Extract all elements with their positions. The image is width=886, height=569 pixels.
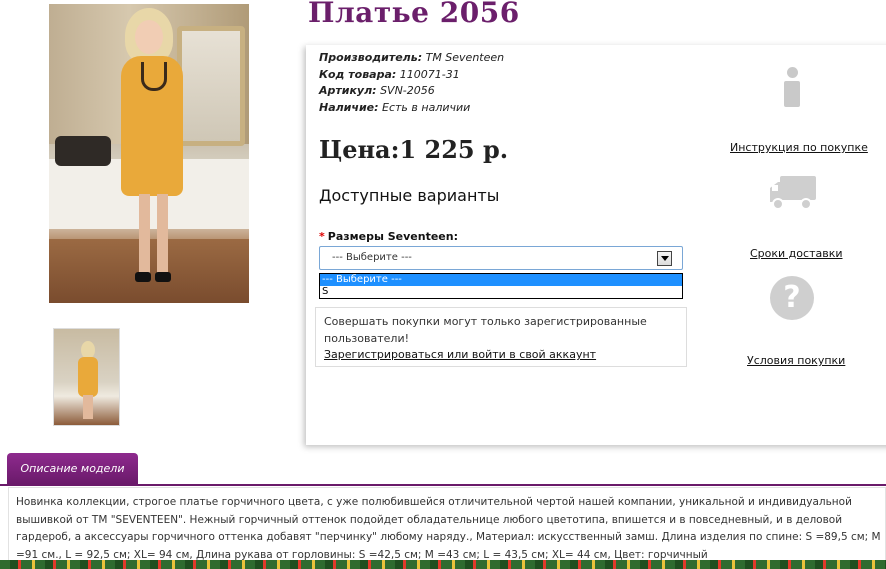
delivery-link[interactable]: Сроки доставки [750,247,843,260]
description-text: Новинка коллекции, строгое платье горчич… [16,496,881,561]
info-icon-bar [784,81,800,107]
spec-label: Артикул: [319,84,377,97]
spec-value: 110071-31 [399,67,460,81]
thumb-model-dress [78,357,98,397]
spec-value: Есть в наличии [382,100,471,114]
spec-manufacturer: Производитель: TM Seventeen [319,50,504,67]
spec-label: Наличие: [319,100,379,114]
spec-availability: Наличие: Есть в наличии [319,100,504,117]
sidebar-item-instructions[interactable]: Инструкция по покупке [730,136,868,155]
truck-icon [770,176,816,210]
model-leg [157,194,168,274]
terms-link[interactable]: Условия покупки [747,354,845,367]
photo-mirror [177,26,245,146]
product-info-panel: Производитель: TM Seventeen Код товара: … [306,45,886,445]
product-thumbnail[interactable] [53,328,120,426]
spec-value: SVN-2056 [380,84,435,97]
spec-value: TM Seventeen [425,51,505,64]
variants-heading: Доступные варианты [319,186,500,205]
model-face [135,20,163,54]
thumb-model-legs [83,395,93,419]
login-register-link[interactable]: Зарегистрироваться или войти в свой акка… [324,348,596,361]
question-icon: ? [770,276,814,320]
product-main-photo[interactable] [49,4,249,303]
spec-label: Код товара: [319,67,397,81]
chevron-down-icon[interactable] [657,251,672,266]
photo-pillow [55,136,111,166]
spec-product-code: Код товара: 110071-31 [319,67,504,84]
required-mark: * [319,230,325,243]
login-notice: Совершать покупки могут только зарегистр… [315,307,687,367]
model-necklace [141,62,167,91]
size-select[interactable]: --- Выберите --- [319,246,683,270]
size-dropdown-list: --- Выберите --- S [319,273,683,299]
size-select-value: --- Выберите --- [332,252,412,263]
spec-label: Производитель: [319,51,423,64]
instructions-link[interactable]: Инструкция по покупке [730,141,868,154]
size-option[interactable]: --- Выберите --- [320,274,682,286]
model-shoe [155,272,171,282]
info-icon-dot [787,67,798,78]
product-price: Цена:1 225 р. [319,135,509,164]
tab-underline [0,484,886,486]
sidebar-item-terms[interactable]: Условия покупки [747,349,845,368]
model-shoe [135,272,151,282]
spec-article: Артикул: SVN-2056 [319,83,504,100]
size-label: * Размеры Seventeen: [319,230,458,243]
info-icon [782,67,802,107]
model-leg [139,194,150,274]
description-box: Новинка коллекции, строгое платье горчич… [8,487,886,567]
page-title: Платье 2056 [308,0,520,29]
product-specs: Производитель: TM Seventeen Код товара: … [319,50,504,116]
holiday-garland-decoration [0,560,886,569]
login-notice-text: Совершать покупки могут только зарегистр… [324,315,647,345]
size-option[interactable]: S [320,286,682,298]
size-label-text: Размеры Seventeen: [327,230,458,243]
tab-description[interactable]: Описание модели [7,453,138,484]
sidebar-item-delivery[interactable]: Сроки доставки [750,242,843,261]
